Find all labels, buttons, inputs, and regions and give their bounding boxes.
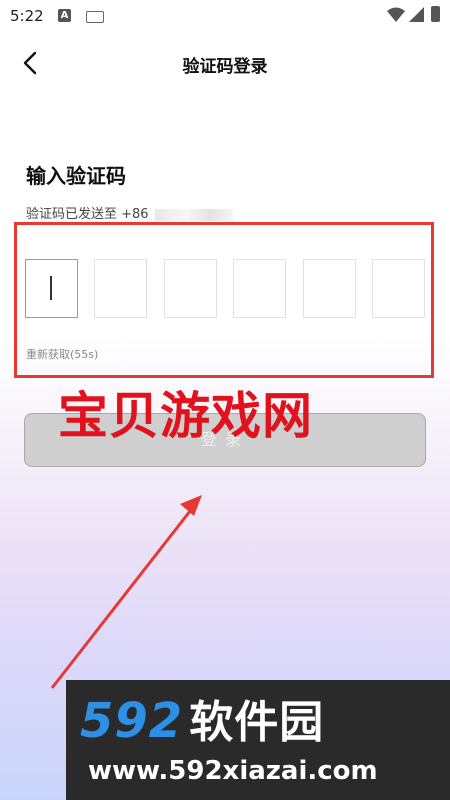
watermark-banner: 592 软件园 www.592xiazai.com <box>66 680 450 800</box>
banner-brand-cn: 软件园 <box>189 697 325 748</box>
banner-brand-number: 592 <box>80 693 184 749</box>
banner-brand: 592 软件园 <box>80 686 324 750</box>
banner-url: www.592xiazai.com <box>88 756 378 786</box>
